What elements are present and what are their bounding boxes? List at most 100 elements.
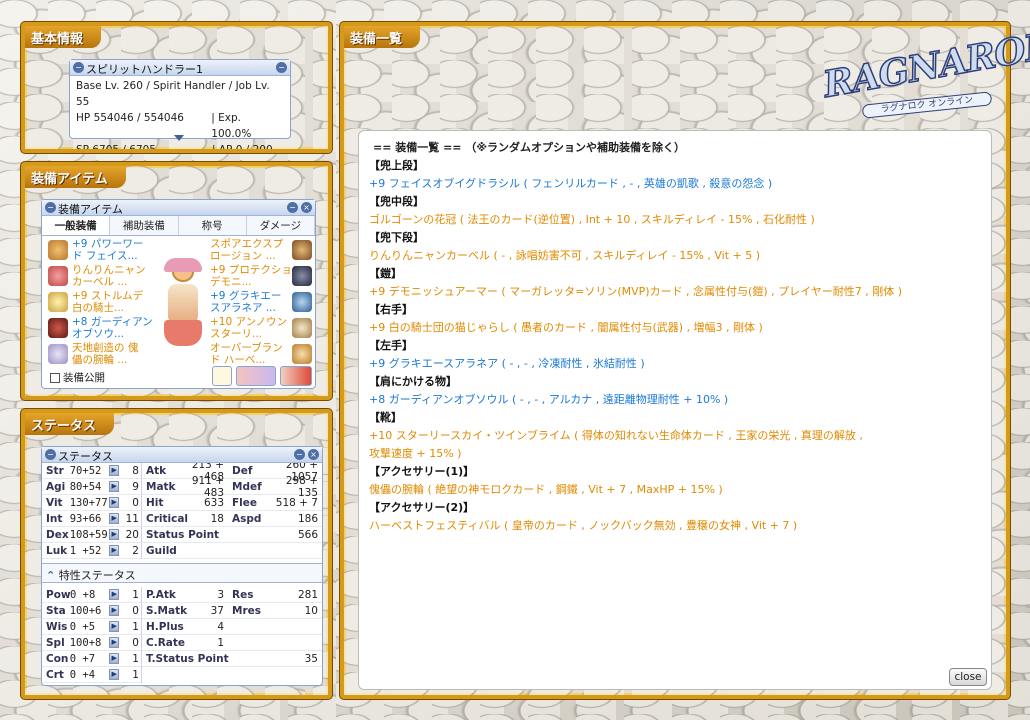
equip-section-item: りんりんニャンカーベル ( - , 詠唱妨害不可 , スキルディレイ - 15%… (369, 249, 761, 262)
equip-section-title: 【兜中段】 (369, 195, 424, 208)
armor-icon[interactable] (292, 266, 312, 286)
trait-row: Con 0 +7 ▶ 1 (42, 651, 141, 667)
sub-stat-row: Guild (142, 543, 322, 559)
status-window: − ステータス − × Str 70+52 ▶ 8 Agi 80+54 ▶ 9 Vit 130… (41, 446, 323, 686)
sub-stat-row: Matk 911 + 483 Mdef 298 + 135 (142, 475, 322, 499)
basic-info-panel: 基本情報 − スピリットハンドラー1 − Base Lv. 260 / Spir… (21, 22, 332, 153)
equip-section-title: 【兜下段】 (369, 231, 424, 244)
equip-section-title: 【鎧】 (369, 267, 402, 280)
list-toggle-icon[interactable] (212, 366, 232, 386)
sp-value: SP 6705 / 6705 (76, 144, 156, 153)
close-icon[interactable]: × (301, 202, 312, 213)
ragnarok-logo: RAGNAROK ラグナロク オンライン (812, 18, 1030, 120)
stat-up-arrow-icon[interactable]: ▶ (109, 529, 120, 540)
equip-window-title: 装備アイテム (58, 203, 123, 216)
minimize-icon[interactable]: − (294, 449, 305, 460)
stat-up-arrow-icon[interactable]: ▶ (109, 653, 120, 664)
equip-list-content: == 装備一覧 == （※ランダムオプションや補助装備を除く） 【兜上段】 +9 … (358, 130, 992, 690)
equip-section-title: 【右手】 (369, 303, 413, 316)
stat-up-arrow-icon[interactable]: ▶ (109, 589, 120, 600)
basic-info-window: − スピリットハンドラー1 − Base Lv. 260 / Spirit Ha… (69, 59, 291, 149)
stat-up-arrow-icon[interactable]: ▶ (109, 497, 120, 508)
equip-slot-left[interactable]: +8 ガーディアン オブソウ... (72, 316, 158, 340)
stat-row: Dex 108+59 ▶ 20 (42, 527, 141, 543)
status-window-titlebar[interactable]: − ステータス − × (42, 447, 322, 463)
status-panel-title: ステータス (25, 413, 115, 435)
close-button[interactable]: close (949, 668, 987, 686)
exp-value: | Exp. 100.0% (211, 112, 252, 140)
tab-general[interactable]: 一般装備 (42, 216, 111, 235)
stat-up-arrow-icon[interactable]: ▶ (109, 637, 120, 648)
equip-section-title: 【肩にかける物】 (369, 375, 457, 388)
equip-slot-left[interactable]: +9 パワーワード フェイス... (72, 238, 158, 262)
stat-up-arrow-icon[interactable]: ▶ (109, 481, 120, 492)
sub-stat-row: P.Atk 3 Res 281 (142, 587, 322, 603)
collapse-icon[interactable]: − (276, 62, 287, 73)
equip-slot-right[interactable]: +9 グラキエー スアラネア ... (210, 290, 296, 314)
chevron-up-icon[interactable]: ⌃ (46, 569, 55, 582)
trait-sub-stats: P.Atk 3 Res 281 S.Matk 37 Mres 10 H.Plus 4 C.Ra… (142, 587, 322, 683)
equip-window-titlebar[interactable]: − 装備アイテム − × (42, 200, 315, 216)
stat-up-arrow-icon[interactable]: ▶ (109, 621, 120, 632)
accessory-icon[interactable] (48, 344, 68, 364)
equip-section-title: 【左手】 (369, 339, 413, 352)
equip-tabs: 一般装備 補助装備 称号 ダメージ (42, 216, 315, 236)
equip-list-header: == 装備一覧 == （※ランダムオプションや補助装備を除く） (373, 141, 686, 154)
stat-up-arrow-icon[interactable]: ▶ (109, 465, 120, 476)
shield-icon[interactable] (292, 292, 312, 312)
hp-value: HP 554046 / 554046 (76, 112, 184, 124)
trait-row: Spl 100+8 ▶ 0 (42, 635, 141, 651)
equip-section-title: 【アクセサリー(1)】 (369, 465, 475, 478)
stat-up-arrow-icon[interactable]: ▶ (109, 605, 120, 616)
minimize-icon[interactable]: − (45, 202, 56, 213)
sub-stat-row: Hit 633 Flee 518 + 7 (142, 495, 322, 511)
basic-window-titlebar[interactable]: − スピリットハンドラー1 − (70, 60, 290, 76)
stat-up-arrow-icon[interactable]: ▶ (109, 513, 120, 524)
equip-slot-right[interactable]: スポアエクスプ ロージョン ... (210, 238, 296, 262)
wings-icon[interactable] (292, 240, 312, 260)
stat-row: Vit 130+77 ▶ 0 (42, 495, 141, 511)
equip-slot-left[interactable]: 天地創造の 傀儡の腕輪 ... (72, 342, 158, 366)
swap-icon[interactable] (236, 366, 276, 386)
tab-title[interactable]: 称号 (178, 216, 247, 235)
equip-section-item: +9 白の騎士団の猫じゃらし ( 愚者のカード , 闇属性付与(武器) , 増幅… (369, 321, 763, 334)
equip-section-title: 【靴】 (369, 411, 402, 424)
garment-icon[interactable] (48, 318, 68, 338)
close-icon[interactable]: × (308, 449, 319, 460)
helm-mid-icon[interactable] (48, 266, 68, 286)
equip-slot-right[interactable]: オーバーブランド ハーベ... (210, 342, 296, 366)
equip-section-item: ハーベストフェスティバル ( 皇帝のカード , ノックバック無効 , 豊穣の女神… (369, 519, 798, 532)
equip-slot-right[interactable]: +9 プロテクション デモニ... (210, 264, 296, 288)
equip-section-item: +9 グラキエースアラネア ( - , - , 冷凍耐性 , 氷結耐性 ) (369, 357, 645, 370)
trait-row: Sta 100+6 ▶ 0 (42, 603, 141, 619)
trait-row: Pow 0 +8 ▶ 1 (42, 587, 141, 603)
sub-stat-row: Critical 18 Aspd 186 (142, 511, 322, 527)
equip-section-item: 攻撃速度 + 15% ) (369, 447, 462, 460)
minimize-icon[interactable]: − (73, 62, 84, 73)
stat-up-arrow-icon[interactable]: ▶ (109, 545, 120, 556)
tab-sub[interactable]: 補助装備 (110, 216, 179, 235)
shoes-icon[interactable] (292, 318, 312, 338)
sub-stats: Atk 213 + 468 Def 260 + 1057 Matk 911 + 483 M… (142, 459, 322, 559)
sub-stat-row: H.Plus 4 (142, 619, 322, 635)
weapon-icon[interactable] (48, 292, 68, 312)
equip-slot-left[interactable]: +9 ストルムデ 白の騎士... (72, 290, 158, 314)
minimize-icon[interactable]: − (45, 449, 56, 460)
status-window-title: ステータス (58, 450, 113, 463)
ring-icon[interactable] (292, 344, 312, 364)
stat-up-arrow-icon[interactable]: ▶ (109, 669, 120, 680)
helm-top-icon[interactable] (48, 240, 68, 260)
tab-damage[interactable]: ダメージ (246, 216, 315, 235)
trait-status-header[interactable]: ⌃ 特性ステータス (42, 563, 322, 583)
equip-items-panel: 装備アイテム − 装備アイテム − × 一般装備 補助装備 称号 ダメージ +9… (21, 162, 332, 400)
trait-row: Crt 0 +4 ▶ 1 (42, 667, 141, 683)
equip-section-item: +10 スターリースカイ・ツインブライム ( 得体の知れない生命体カード , 王… (369, 429, 863, 442)
trait-row: Wis 0 +5 ▶ 1 (42, 619, 141, 635)
base-level-line: Base Lv. 260 / Spirit Handler / Job Lv. … (76, 80, 270, 108)
minimize-icon[interactable]: − (287, 202, 298, 213)
equip-slot-right[interactable]: +10 アンノウン スターリ... (210, 316, 296, 340)
costume-icon[interactable] (280, 366, 312, 386)
expand-arrow-icon[interactable] (174, 135, 184, 141)
equip-slot-left[interactable]: りんりんニャン カーベル ... (72, 264, 158, 288)
public-checkbox[interactable] (50, 372, 60, 383)
